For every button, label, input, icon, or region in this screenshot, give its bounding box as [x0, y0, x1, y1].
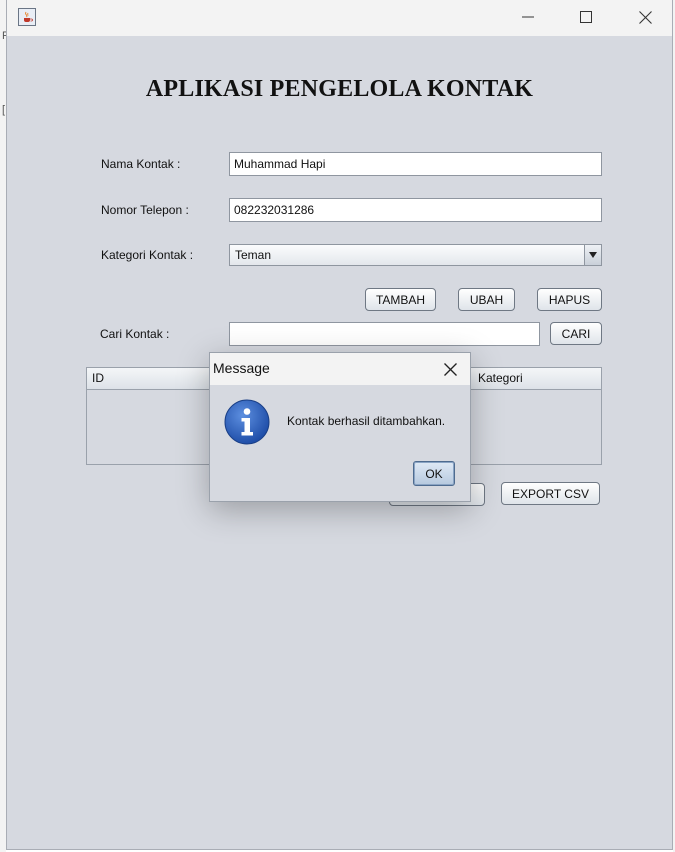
cari-kontak-label: Cari Kontak :: [100, 327, 170, 341]
java-icon[interactable]: [18, 8, 36, 26]
kategori-selected-value: Teman: [235, 248, 272, 262]
nama-kontak-input[interactable]: Muhammad Hapi: [229, 152, 602, 176]
maximize-button[interactable]: [563, 6, 609, 28]
ubah-button[interactable]: UBAH: [458, 288, 515, 311]
column-header-id[interactable]: ID: [87, 368, 207, 389]
background-text: [: [2, 104, 6, 116]
chevron-down-icon[interactable]: [584, 245, 601, 265]
cari-button[interactable]: CARI: [550, 322, 602, 345]
kategori-kontak-select[interactable]: Teman: [229, 244, 602, 266]
export-csv-button[interactable]: EXPORT CSV: [501, 482, 600, 505]
close-icon: [443, 362, 457, 376]
info-icon: [224, 399, 270, 445]
dialog-close-button[interactable]: [440, 360, 460, 378]
message-dialog: Message Kontak berhasil ditambahkan. OK: [209, 352, 471, 502]
hapus-button[interactable]: HAPUS: [537, 288, 602, 311]
dialog-title-bar[interactable]: Message: [210, 353, 470, 385]
title-bar[interactable]: [7, 0, 672, 36]
kategori-kontak-label: Kategori Kontak :: [101, 248, 194, 262]
minimize-button[interactable]: [505, 6, 551, 28]
maximize-icon: [580, 11, 592, 23]
minimize-icon: [522, 16, 534, 18]
cari-kontak-input[interactable]: [229, 322, 540, 346]
tambah-button[interactable]: TAMBAH: [365, 288, 436, 311]
nama-kontak-label: Nama Kontak :: [101, 157, 181, 171]
column-header-kategori[interactable]: Kategori: [473, 368, 601, 389]
app-title: APLIKASI PENGELOLA KONTAK: [145, 76, 534, 102]
nomor-telepon-input[interactable]: 082232031286: [229, 198, 602, 222]
dialog-message: Kontak berhasil ditambahkan.: [287, 414, 446, 428]
close-button[interactable]: [622, 6, 668, 28]
nomor-telepon-label: Nomor Telepon :: [101, 203, 189, 217]
ok-button[interactable]: OK: [413, 461, 455, 486]
dialog-title: Message: [213, 360, 270, 376]
close-icon: [638, 10, 652, 24]
